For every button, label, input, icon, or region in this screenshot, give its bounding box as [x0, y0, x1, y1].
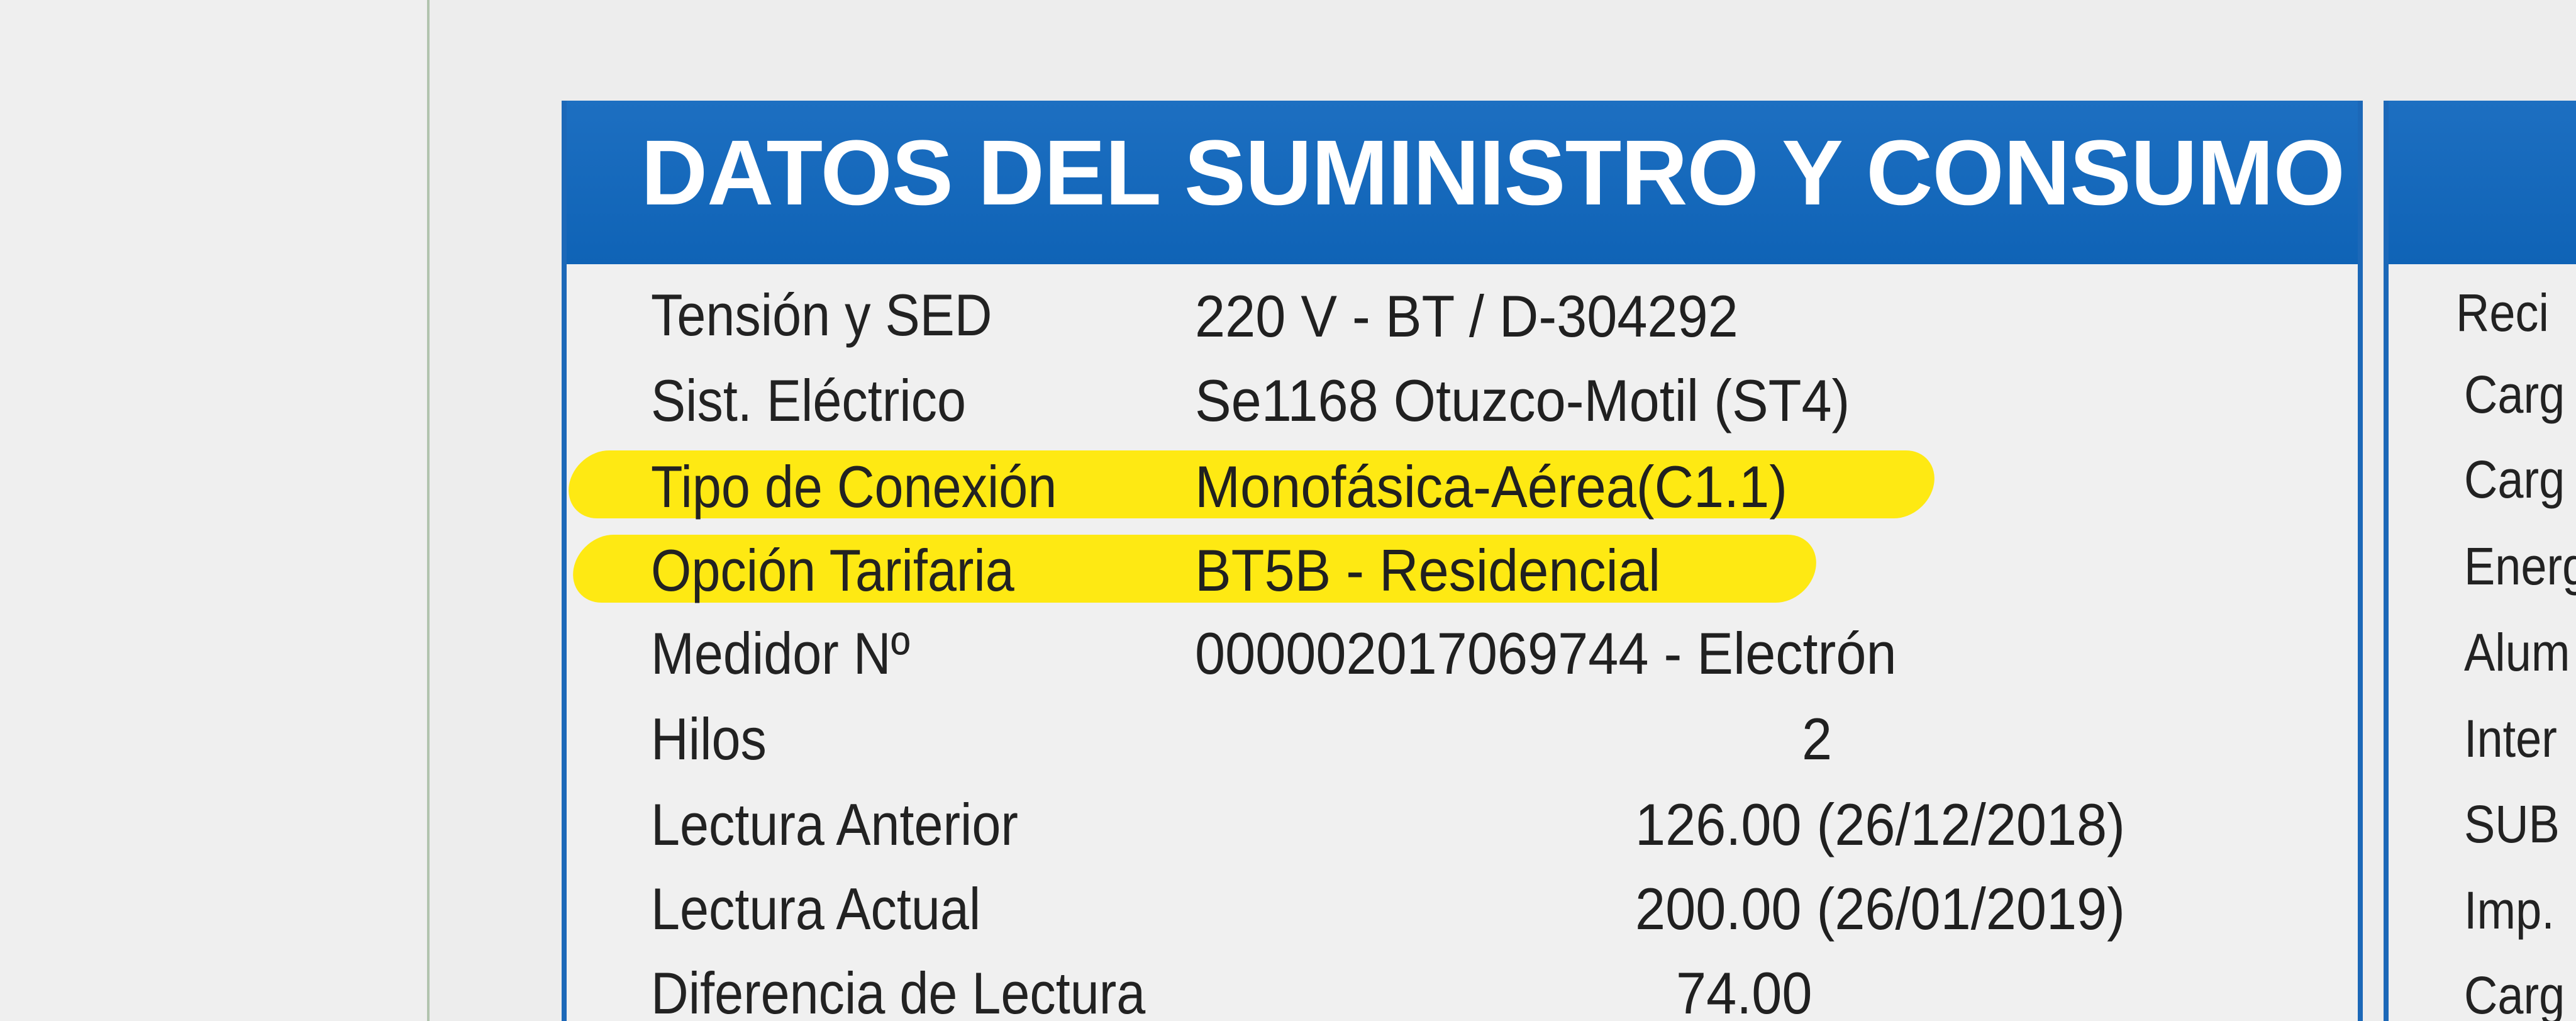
adjacent-label: Inter [2464, 709, 2557, 768]
row-value-meter-number: 000002017069744 - Electrón [1195, 620, 1897, 686]
row-label-tariff-option: Opción Tarifaria [651, 537, 1014, 603]
adjacent-label: Reci [2456, 283, 2549, 342]
adjacent-label: Carg [2464, 450, 2565, 509]
adjacent-card-header [2389, 101, 2576, 264]
row-value-connection-type: Monofásica-Aérea(C1.1) [1195, 454, 1788, 520]
adjacent-label: Carg [2464, 365, 2565, 424]
adjacent-label: Carg [2464, 966, 2565, 1021]
row-label-meter-number: Medidor Nº [651, 620, 910, 686]
adjacent-label: SUB [2464, 795, 2560, 854]
supply-consumption-header: DATOS DEL SUMINISTRO Y CONSUMO [567, 101, 2358, 264]
screenshot-page: DATOS DEL SUMINISTRO Y CONSUMO Tensión y… [0, 0, 2576, 1021]
row-value-previous-reading: 126.00 (26/12/2018) [1635, 791, 2125, 857]
left-blank-margin [0, 0, 428, 1021]
adjacent-label: Imp. [2464, 881, 2555, 940]
adjacent-label: Energ [2464, 537, 2576, 596]
section-title: DATOS DEL SUMINISTRO Y CONSUMO [641, 121, 2345, 225]
adjacent-label: Alum [2464, 623, 2570, 682]
row-value-wires: 2 [1802, 706, 1833, 772]
row-value-voltage-sed: 220 V - BT / D-304292 [1195, 283, 1738, 349]
row-label-wires: Hilos [651, 706, 767, 772]
row-label-connection-type: Tipo de Conexión [651, 454, 1057, 520]
row-value-electrical-system: Se1168 Otuzco-Motil (ST4) [1195, 367, 1850, 433]
row-label-electrical-system: Sist. Eléctrico [651, 367, 967, 433]
row-value-reading-difference: 74.00 [1676, 960, 1813, 1021]
row-label-voltage-sed: Tensión y SED [651, 282, 992, 348]
row-label-reading-difference: Diferencia de Lectura [651, 960, 1146, 1021]
row-label-previous-reading: Lectura Anterior [651, 791, 1018, 857]
row-value-current-reading: 200.00 (26/01/2019) [1635, 876, 2125, 942]
row-label-current-reading: Lectura Actual [651, 876, 981, 942]
row-value-tariff-option: BT5B - Residencial [1195, 537, 1661, 603]
